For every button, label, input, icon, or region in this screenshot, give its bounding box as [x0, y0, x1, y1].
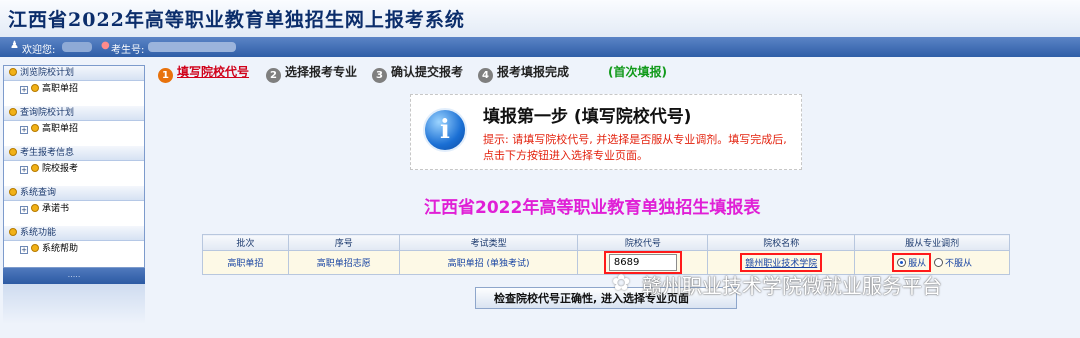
watermark: 赣州职业技术学院微就业服务平台: [642, 274, 942, 298]
section-icon: [9, 108, 17, 116]
sidebar-item-school-apply[interactable]: + 院校报考: [4, 162, 144, 177]
user-icon: ♟: [10, 40, 19, 51]
step-4-icon: 4: [478, 68, 493, 83]
user-bar: ♟ 欢迎您: ● 考生号:: [0, 37, 1080, 57]
step-2-icon: 2: [266, 68, 281, 83]
step-1-icon: 1: [158, 68, 173, 83]
not-obey-radio[interactable]: [934, 258, 944, 267]
step-2: 2 选择报考专业: [266, 63, 357, 83]
step-1: 1 填写院校代号: [158, 63, 249, 83]
section-icon: [9, 68, 17, 76]
sidebar-glow: [3, 284, 145, 324]
item-icon: [31, 204, 39, 212]
item-label: 高职单招: [42, 84, 79, 94]
section-icon: [9, 228, 17, 236]
col-batch: 批次: [202, 234, 289, 251]
obey-label: 服从: [908, 259, 927, 269]
sidebar-item-query-gaozhi[interactable]: + 高职单招: [4, 122, 144, 137]
section-icon: [9, 148, 17, 156]
cell-exam-type: 高职单招 (单独考试): [398, 250, 579, 275]
step-1-label[interactable]: 填写院校代号: [177, 65, 249, 79]
cell-order: 高职单招志愿: [287, 250, 400, 275]
item-label: 承诺书: [42, 204, 70, 214]
obey-radio[interactable]: [897, 258, 907, 267]
section-icon: [9, 188, 17, 196]
sidebar-section-system-function[interactable]: 系统功能: [4, 226, 144, 241]
exam-no-icon: ●: [101, 40, 110, 51]
step-3: 3 确认提交报考: [372, 63, 463, 83]
school-name-link[interactable]: 赣州职业技术学院: [745, 259, 817, 269]
username-redacted: [62, 42, 92, 52]
exam-no-label: 考生号:: [111, 45, 145, 56]
sidebar-panel: 浏览院校计划 + 高职单招 查询院校计划 + 高职单招 考生报考信息 + 院校报考 系…: [3, 65, 145, 268]
expand-icon[interactable]: +: [20, 126, 28, 134]
sidebar-section-system-query[interactable]: 系统查询: [4, 186, 144, 201]
expand-icon[interactable]: +: [20, 206, 28, 214]
section-label: 系统查询: [20, 188, 57, 198]
sidebar-item-help[interactable]: + 系统帮助: [4, 242, 144, 257]
item-icon: [31, 124, 39, 132]
expand-icon[interactable]: +: [20, 246, 28, 254]
form-title: 江西省2022年高等职业教育单独招生填报表: [424, 198, 761, 218]
step-3-icon: 3: [372, 68, 387, 83]
col-school-name: 院校名称: [707, 234, 856, 251]
sidebar-item-browse-gaozhi[interactable]: + 高职单招: [4, 82, 144, 97]
cell-batch: 高职单招: [202, 250, 289, 275]
item-icon: [31, 164, 39, 172]
wechat-icon: ✿: [612, 271, 631, 296]
sidebar: 浏览院校计划 + 高职单招 查询院校计划 + 高职单招 考生报考信息 + 院校报考 系…: [3, 65, 145, 324]
item-icon: [31, 84, 39, 92]
expand-icon[interactable]: +: [20, 166, 28, 174]
col-exam-type: 考试类型: [398, 234, 579, 251]
first-fill-note: (首次填报): [608, 65, 667, 79]
col-school-code: 院校代号: [577, 234, 709, 251]
site-title: 江西省2022年高等职业教育单独招生网上报考系统: [8, 9, 465, 31]
col-obey-adjust: 服从专业调剂: [854, 234, 1010, 251]
item-label: 院校报考: [42, 164, 79, 174]
item-icon: [31, 244, 39, 252]
sidebar-section-student-info[interactable]: 考生报考信息: [4, 146, 144, 161]
sidebar-section-query-plan[interactable]: 查询院校计划: [4, 106, 144, 121]
step-2-label: 选择报考专业: [285, 65, 358, 79]
header: 江西省2022年高等职业教育单独招生网上报考系统: [0, 0, 1080, 37]
step-4: 4 报考填报完成: [478, 63, 569, 83]
step-3-label: 确认提交报考: [391, 65, 464, 79]
table-header-row: 批次 序号 考试类型 院校代号 院校名称 服从专业调剂: [202, 234, 1010, 251]
sidebar-footer[interactable]: .....: [3, 268, 145, 284]
sidebar-item-pledge[interactable]: + 承诺书: [4, 202, 144, 217]
item-label: 高职单招: [42, 124, 79, 134]
sidebar-section-browse-plan[interactable]: 浏览院校计划: [4, 66, 144, 81]
section-label: 查询院校计划: [20, 108, 75, 118]
step-4-label: 报考填报完成: [497, 65, 570, 79]
application-table: 批次 序号 考试类型 院校代号 院校名称 服从专业调剂 高职单招 高职单招志愿 …: [202, 234, 1010, 275]
expand-icon[interactable]: +: [20, 86, 28, 94]
info-hint: 提示: 请填写院校代号, 并选择是否服从专业调剂。填写完成后, 点击下方按钮进入…: [483, 133, 787, 162]
exam-no-redacted: [148, 42, 236, 52]
info-title: 填报第一步 (填写院校代号): [483, 107, 692, 127]
section-label: 浏览院校计划: [20, 68, 75, 78]
col-order: 序号: [287, 234, 400, 251]
info-icon: i: [423, 108, 467, 152]
info-box: i 填报第一步 (填写院校代号) 提示: 请填写院校代号, 并选择是否服从专业调…: [410, 94, 802, 170]
item-label: 系统帮助: [42, 244, 79, 254]
section-label: 系统功能: [20, 228, 57, 238]
welcome-label: 欢迎您:: [22, 45, 56, 56]
not-obey-label: 不服从: [945, 259, 973, 269]
section-label: 考生报考信息: [20, 148, 75, 158]
school-code-input[interactable]: [608, 254, 677, 271]
